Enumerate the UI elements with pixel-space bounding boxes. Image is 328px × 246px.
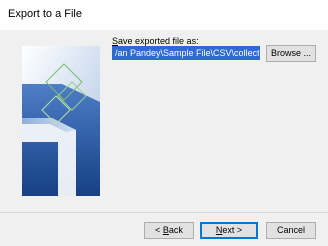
wizard-illustration	[22, 46, 100, 196]
save-file-label: Save exported file as:	[112, 36, 199, 46]
next-button[interactable]: Next >	[200, 222, 258, 239]
next-text: ext >	[222, 225, 243, 235]
window-title: Export to a File	[8, 8, 82, 20]
browse-button[interactable]: Browse ...	[266, 45, 316, 62]
file-path-input[interactable]: /an Pandey\Sample File\CSV\collected.csv	[112, 46, 260, 60]
back-text: ack	[168, 225, 183, 235]
title-bar: Export to a File	[0, 0, 328, 30]
cancel-button[interactable]: Cancel	[266, 222, 316, 239]
back-prefix: <	[155, 225, 163, 235]
save-label-text: ave exported file as:	[118, 36, 199, 46]
back-button[interactable]: < Back	[144, 222, 194, 239]
